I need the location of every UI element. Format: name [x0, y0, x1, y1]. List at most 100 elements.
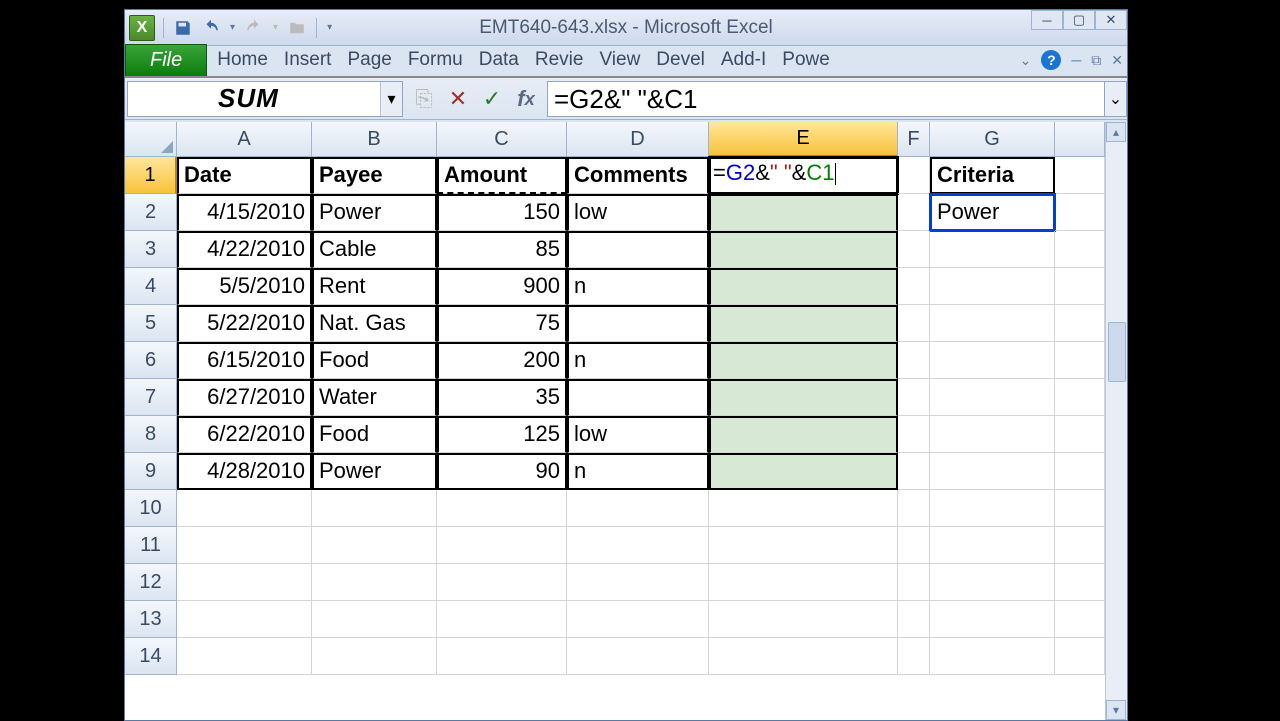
cell-E7[interactable]	[709, 379, 898, 416]
cell-C3[interactable]: 85	[437, 231, 567, 268]
review-tab[interactable]: Revie	[527, 45, 592, 76]
cell-A1[interactable]: Date	[177, 157, 312, 194]
cell-B13[interactable]	[312, 601, 437, 638]
cell-rest-7[interactable]	[1055, 379, 1105, 416]
cell-D3[interactable]	[567, 231, 709, 268]
cell-C1[interactable]: Amount	[437, 157, 567, 194]
cell-B9[interactable]: Power	[312, 453, 437, 490]
scroll-thumb[interactable]	[1108, 322, 1126, 382]
cell-D10[interactable]	[567, 490, 709, 527]
cell-F9[interactable]	[898, 453, 930, 490]
cell-C8[interactable]: 125	[437, 416, 567, 453]
cell-G8[interactable]	[930, 416, 1055, 453]
cancel-icon[interactable]: ✕	[443, 84, 473, 114]
cell-B14[interactable]	[312, 638, 437, 675]
row-header-13[interactable]: 13	[125, 601, 177, 638]
cell-B5[interactable]: Nat. Gas	[312, 305, 437, 342]
cell-E8[interactable]	[709, 416, 898, 453]
cell-B3[interactable]: Cable	[312, 231, 437, 268]
cell-F13[interactable]	[898, 601, 930, 638]
cell-D1[interactable]: Comments	[567, 157, 709, 194]
cell-rest-4[interactable]	[1055, 268, 1105, 305]
addins-tab[interactable]: Add-I	[713, 45, 774, 76]
undo-dropdown-icon[interactable]: ▾	[228, 22, 237, 33]
cell-A4[interactable]: 5/5/2010	[177, 268, 312, 305]
cell-D6[interactable]: n	[567, 342, 709, 379]
developer-tab[interactable]: Devel	[648, 45, 713, 76]
cell-rest-10[interactable]	[1055, 490, 1105, 527]
cell-B1[interactable]: Payee	[312, 157, 437, 194]
col-header-F[interactable]: F	[898, 122, 930, 157]
help-icon[interactable]: ?	[1041, 50, 1061, 70]
qat-customize-icon[interactable]: ▾	[325, 22, 334, 33]
cell-E1-editing[interactable]: =G2&" "&C1	[709, 157, 898, 194]
cell-F3[interactable]	[898, 231, 930, 268]
formula-bar-expand-icon[interactable]: ⌄	[1105, 81, 1127, 117]
cell-G10[interactable]	[930, 490, 1055, 527]
cell-rest-5[interactable]	[1055, 305, 1105, 342]
cell-E12[interactable]	[709, 564, 898, 601]
cell-D5[interactable]	[567, 305, 709, 342]
cell-rest-13[interactable]	[1055, 601, 1105, 638]
cell-C2[interactable]: 150	[437, 194, 567, 231]
view-tab[interactable]: View	[591, 45, 648, 76]
cell-A7[interactable]: 6/27/2010	[177, 379, 312, 416]
cell-A2[interactable]: 4/15/2010	[177, 194, 312, 231]
cell-D4[interactable]: n	[567, 268, 709, 305]
cell-E4[interactable]	[709, 268, 898, 305]
col-header-G[interactable]: G	[930, 122, 1055, 157]
col-header-A[interactable]: A	[177, 122, 312, 157]
cell-rest-9[interactable]	[1055, 453, 1105, 490]
cell-B6[interactable]: Food	[312, 342, 437, 379]
cell-D2[interactable]: low	[567, 194, 709, 231]
cell-G5[interactable]	[930, 305, 1055, 342]
cell-F4[interactable]	[898, 268, 930, 305]
row-header-14[interactable]: 14	[125, 638, 177, 675]
cell-F1[interactable]	[898, 157, 930, 194]
col-header-rest[interactable]	[1055, 122, 1105, 157]
row-header-7[interactable]: 7	[125, 379, 177, 416]
cell-C7[interactable]: 35	[437, 379, 567, 416]
cell-E3[interactable]	[709, 231, 898, 268]
cell-A12[interactable]	[177, 564, 312, 601]
cell-F14[interactable]	[898, 638, 930, 675]
row-header-5[interactable]: 5	[125, 305, 177, 342]
scroll-up-icon[interactable]: ▴	[1106, 122, 1126, 142]
cell-D9[interactable]: n	[567, 453, 709, 490]
row-header-10[interactable]: 10	[125, 490, 177, 527]
formula-bar-input[interactable]: =G2&" "&C1	[547, 81, 1105, 117]
name-box[interactable]: SUM ▾	[127, 81, 403, 117]
cell-A11[interactable]	[177, 527, 312, 564]
cell-C13[interactable]	[437, 601, 567, 638]
cell-rest-11[interactable]	[1055, 527, 1105, 564]
cell-B8[interactable]: Food	[312, 416, 437, 453]
cell-A3[interactable]: 4/22/2010	[177, 231, 312, 268]
cell-E2[interactable]	[709, 194, 898, 231]
cell-A5[interactable]: 5/22/2010	[177, 305, 312, 342]
cell-F12[interactable]	[898, 564, 930, 601]
col-header-E[interactable]: E	[709, 122, 898, 157]
cell-A8[interactable]: 6/22/2010	[177, 416, 312, 453]
cell-C12[interactable]	[437, 564, 567, 601]
scroll-down-icon[interactable]: ▾	[1106, 700, 1126, 720]
cell-B12[interactable]	[312, 564, 437, 601]
cell-G1[interactable]: Criteria	[930, 157, 1055, 194]
cell-F6[interactable]	[898, 342, 930, 379]
row-header-11[interactable]: 11	[125, 527, 177, 564]
row-header-12[interactable]: 12	[125, 564, 177, 601]
cell-G12[interactable]	[930, 564, 1055, 601]
cell-A9[interactable]: 4/28/2010	[177, 453, 312, 490]
cell-E9[interactable]	[709, 453, 898, 490]
cell-C11[interactable]	[437, 527, 567, 564]
cell-D12[interactable]	[567, 564, 709, 601]
row-header-9[interactable]: 9	[125, 453, 177, 490]
cell-F5[interactable]	[898, 305, 930, 342]
cell-A13[interactable]	[177, 601, 312, 638]
cell-C9[interactable]: 90	[437, 453, 567, 490]
cell-G4[interactable]	[930, 268, 1055, 305]
cell-B10[interactable]	[312, 490, 437, 527]
cell-C4[interactable]: 900	[437, 268, 567, 305]
close-button[interactable]: ✕	[1095, 10, 1127, 30]
row-header-6[interactable]: 6	[125, 342, 177, 379]
cell-F7[interactable]	[898, 379, 930, 416]
